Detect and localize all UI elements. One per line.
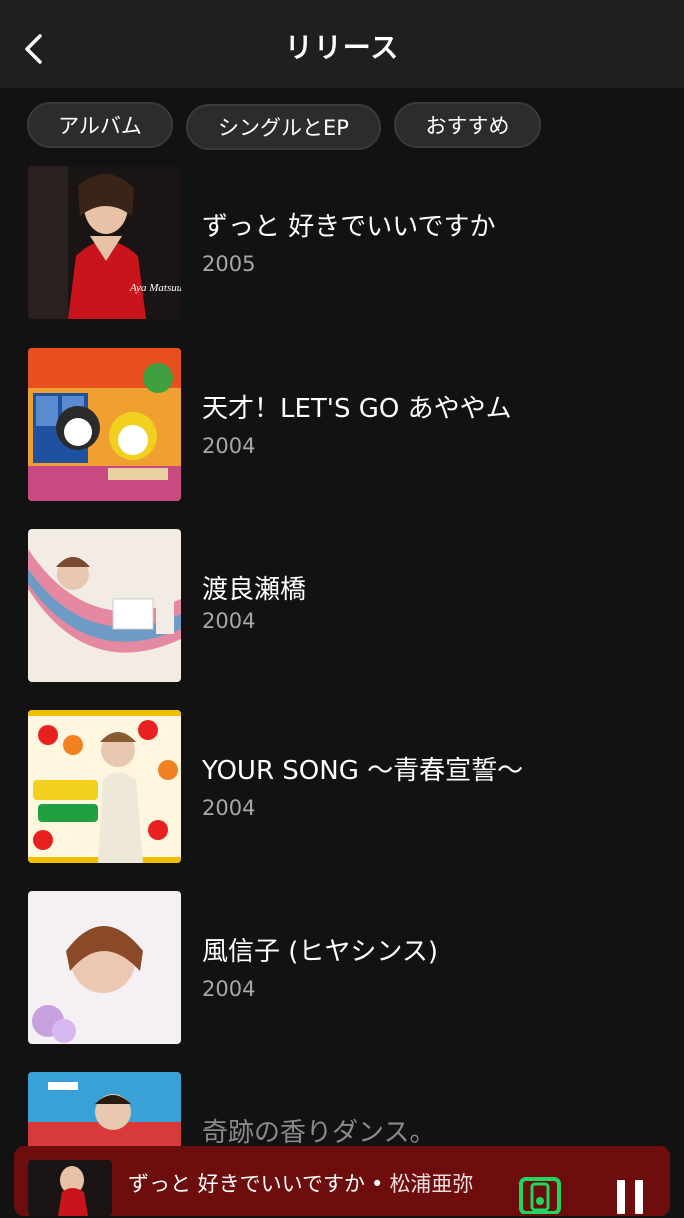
filter-chip-featured[interactable]: おすすめ — [394, 102, 541, 148]
release-title: YOUR SONG ～青春宣誓～ — [202, 756, 524, 786]
now-playing-separator: • — [371, 1172, 384, 1196]
cover-signature: Aya Matsuura — [129, 282, 181, 294]
release-year: 2004 — [202, 796, 256, 820]
mini-player[interactable]: ずっと 好きでいいですか • 松浦亜弥 — [14, 1146, 670, 1216]
release-cover-art — [28, 529, 181, 682]
release-item[interactable]: 渡良瀬橋 2004 — [28, 529, 658, 683]
release-title: ずっと 好きでいいですか — [202, 212, 496, 242]
now-playing-art — [28, 1160, 112, 1216]
pause-button[interactable] — [612, 1174, 648, 1214]
now-playing-text: ずっと 好きでいいですか • 松浦亜弥 — [128, 1168, 473, 1198]
connect-device-button[interactable] — [518, 1174, 562, 1215]
release-item[interactable]: Aya Matsuura ずっと 好きでいいですか 2005 — [28, 166, 658, 320]
release-year: 2004 — [202, 609, 256, 633]
release-item[interactable]: YOUR SONG ～青春宣誓～ 2004 — [28, 710, 658, 864]
release-item[interactable]: 風信子 (ヒヤシンス) 2004 — [28, 891, 658, 1045]
now-playing-artist: 松浦亜弥 — [389, 1172, 474, 1196]
filter-bar: アルバム シングルとEP おすすめ — [0, 88, 684, 158]
page-title: リリース — [284, 31, 400, 64]
release-title: 奇跡の香りダンス。 — [202, 1118, 436, 1148]
speaker-device-icon — [519, 1177, 561, 1215]
release-year: 2004 — [202, 977, 256, 1001]
release-cover-art — [28, 348, 181, 501]
release-title: 天才！LET'S GO あややム — [202, 394, 512, 424]
release-year: 2004 — [202, 434, 256, 458]
pause-icon — [617, 1180, 643, 1214]
now-playing-track: ずっと 好きでいいですか — [128, 1172, 366, 1196]
filter-chip-albums[interactable]: アルバム — [27, 102, 173, 148]
release-title: 風信子 (ヒヤシンス) — [202, 937, 439, 967]
app-header: リリース — [0, 0, 684, 88]
release-item[interactable]: 天才！LET'S GO あややム 2004 — [28, 348, 658, 502]
release-title: 渡良瀬橋 — [202, 575, 307, 605]
filter-chip-singles-ep[interactable]: シングルとEP — [186, 104, 381, 150]
release-cover-art — [28, 891, 181, 1044]
release-cover-art: Aya Matsuura — [28, 166, 181, 319]
release-cover-art — [28, 710, 181, 863]
release-year: 2005 — [202, 252, 256, 276]
release-list: Aya Matsuura ずっと 好きでいいですか 2005 天才！ — [0, 158, 684, 1200]
